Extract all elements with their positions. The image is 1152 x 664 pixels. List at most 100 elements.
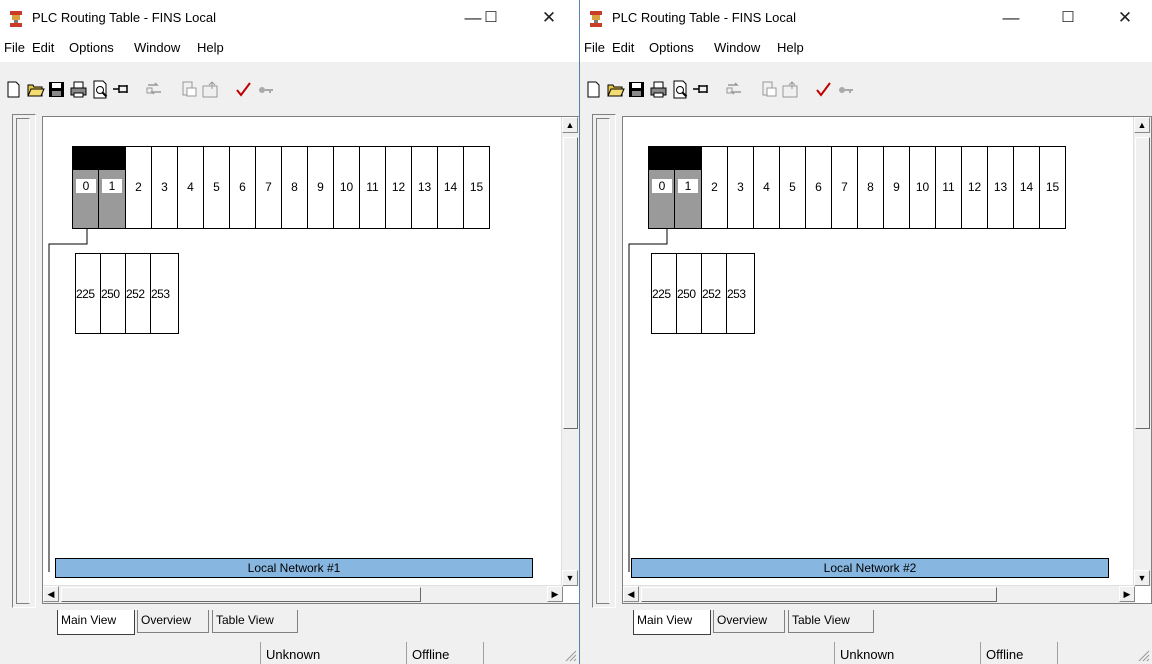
node-2[interactable]: 2	[701, 146, 728, 229]
tab-overview[interactable]: Overview	[713, 610, 785, 633]
horizontal-scroll-thumb[interactable]	[61, 587, 421, 602]
node-12[interactable]: 12	[961, 146, 988, 229]
save-icon[interactable]	[47, 80, 66, 99]
check-icon[interactable]	[234, 80, 253, 99]
local-network-bar[interactable]: Local Network #1	[55, 558, 533, 578]
minimize-icon[interactable]: —	[1000, 6, 1022, 30]
print-preview-icon[interactable]	[91, 80, 110, 99]
open-folder-icon[interactable]	[606, 80, 625, 99]
node-2[interactable]: 2	[125, 146, 152, 229]
sub-node-253[interactable]: 253	[150, 253, 179, 334]
node-1[interactable]: 1	[674, 146, 702, 229]
node-9[interactable]: 9	[307, 146, 334, 229]
node-15[interactable]: 15	[463, 146, 490, 229]
menu-file[interactable]: File	[4, 40, 25, 55]
maximize-icon[interactable]: ☐	[1057, 6, 1079, 30]
menu-options[interactable]: Options	[649, 40, 694, 55]
node-7[interactable]: 7	[831, 146, 858, 229]
node-11[interactable]: 11	[359, 146, 386, 229]
node-5[interactable]: 5	[779, 146, 806, 229]
node-8[interactable]: 8	[857, 146, 884, 229]
close-icon[interactable]: ✕	[538, 6, 560, 30]
node-13[interactable]: 13	[987, 146, 1014, 229]
menu-help[interactable]: Help	[777, 40, 804, 55]
sub-node-225[interactable]: 225	[75, 253, 101, 334]
check-icon[interactable]	[814, 80, 833, 99]
new-file-icon[interactable]	[584, 80, 603, 99]
resize-grip-icon[interactable]	[563, 648, 577, 662]
download-icon[interactable]	[201, 80, 220, 99]
node-0[interactable]: 0	[648, 146, 676, 229]
node-7[interactable]: 7	[255, 146, 282, 229]
new-file-icon[interactable]	[4, 80, 23, 99]
sub-node-225[interactable]: 225	[651, 253, 677, 334]
pin-icon[interactable]	[112, 80, 131, 99]
sub-node-253[interactable]: 253	[726, 253, 755, 334]
print-icon[interactable]	[69, 80, 88, 99]
tab-main-view[interactable]: Main View	[633, 610, 711, 635]
print-preview-icon[interactable]	[671, 80, 690, 99]
close-icon[interactable]: ✕	[1114, 6, 1136, 30]
save-icon[interactable]	[627, 80, 646, 99]
vertical-scroll-thumb[interactable]	[1135, 137, 1150, 429]
node-9[interactable]: 9	[883, 146, 910, 229]
scroll-right-icon[interactable]: ▶	[547, 586, 563, 602]
sub-node-250[interactable]: 250	[676, 253, 702, 334]
scroll-up-icon[interactable]: ▲	[562, 117, 578, 133]
tab-table-view[interactable]: Table View	[788, 610, 874, 633]
node-6[interactable]: 6	[805, 146, 832, 229]
scroll-down-icon[interactable]: ▼	[562, 570, 578, 586]
pane-splitter[interactable]	[592, 114, 616, 608]
scroll-up-icon[interactable]: ▲	[1134, 117, 1150, 133]
node-6[interactable]: 6	[229, 146, 256, 229]
menu-window[interactable]: Window	[714, 40, 760, 55]
tab-overview[interactable]: Overview	[137, 610, 209, 633]
vertical-scrollbar[interactable]: ▲ ▼	[561, 117, 579, 586]
title-bar[interactable]: PLC Routing Table - FINS Local — ☐ ✕	[0, 0, 579, 36]
node-13[interactable]: 13	[411, 146, 438, 229]
tab-table-view[interactable]: Table View	[212, 610, 298, 633]
horizontal-scrollbar[interactable]: ◀ ▶	[623, 585, 1135, 603]
vertical-scroll-thumb[interactable]	[563, 137, 578, 429]
sub-node-252[interactable]: 252	[125, 253, 151, 334]
key-icon[interactable]	[256, 80, 275, 99]
node-11[interactable]: 11	[935, 146, 962, 229]
print-icon[interactable]	[649, 80, 668, 99]
title-bar[interactable]: PLC Routing Table - FINS Local — ☐ ✕	[580, 0, 1152, 36]
node-14[interactable]: 14	[437, 146, 464, 229]
node-14[interactable]: 14	[1013, 146, 1040, 229]
pin-icon[interactable]	[692, 80, 711, 99]
horizontal-scrollbar[interactable]: ◀ ▶	[43, 585, 563, 603]
local-network-bar[interactable]: Local Network #2	[631, 558, 1109, 578]
menu-options[interactable]: Options	[69, 40, 114, 55]
menu-window[interactable]: Window	[134, 40, 180, 55]
pane-splitter[interactable]	[12, 114, 36, 608]
resize-grip-icon[interactable]	[1136, 648, 1150, 662]
scroll-left-icon[interactable]: ◀	[623, 586, 639, 602]
upload-icon[interactable]	[760, 80, 779, 99]
open-folder-icon[interactable]	[26, 80, 45, 99]
node-4[interactable]: 4	[753, 146, 780, 229]
maximize-icon[interactable]: ☐	[480, 6, 502, 30]
menu-edit[interactable]: Edit	[612, 40, 634, 55]
tab-main-view[interactable]: Main View	[57, 610, 135, 635]
sub-node-252[interactable]: 252	[701, 253, 727, 334]
scroll-left-icon[interactable]: ◀	[43, 586, 59, 602]
horizontal-scroll-thumb[interactable]	[641, 587, 997, 602]
node-3[interactable]: 3	[727, 146, 754, 229]
node-3[interactable]: 3	[151, 146, 178, 229]
scroll-right-icon[interactable]: ▶	[1119, 586, 1135, 602]
scroll-down-icon[interactable]: ▼	[1134, 570, 1150, 586]
transfer-icon[interactable]	[145, 80, 164, 99]
menu-help[interactable]: Help	[197, 40, 224, 55]
menu-edit[interactable]: Edit	[32, 40, 54, 55]
node-5[interactable]: 5	[203, 146, 230, 229]
download-icon[interactable]	[781, 80, 800, 99]
node-8[interactable]: 8	[281, 146, 308, 229]
menu-file[interactable]: File	[584, 40, 605, 55]
upload-icon[interactable]	[180, 80, 199, 99]
node-4[interactable]: 4	[177, 146, 204, 229]
vertical-scrollbar[interactable]: ▲ ▼	[1133, 117, 1151, 586]
transfer-icon[interactable]	[725, 80, 744, 99]
node-0[interactable]: 0	[72, 146, 100, 229]
